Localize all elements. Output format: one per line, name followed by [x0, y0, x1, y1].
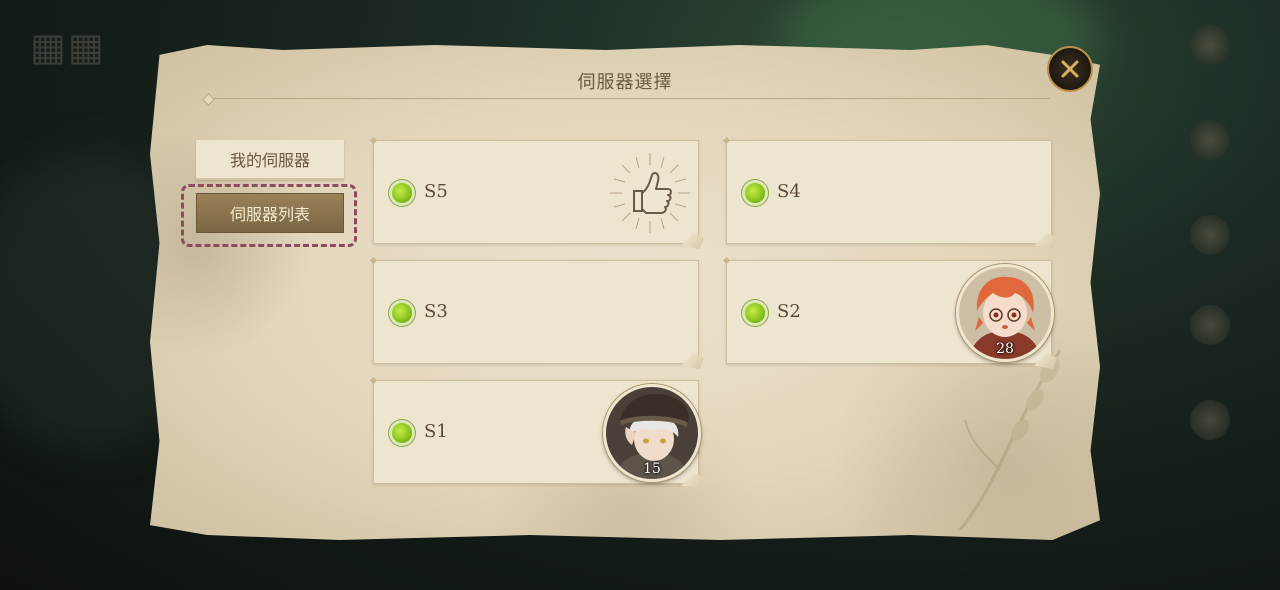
- title-divider: [208, 98, 1050, 99]
- server-card-s3[interactable]: S3: [369, 256, 699, 364]
- close-icon: [1061, 60, 1079, 78]
- server-name: S4: [777, 181, 801, 202]
- online-status-icon: [392, 423, 412, 443]
- online-status-icon: [392, 183, 412, 203]
- close-button[interactable]: [1047, 46, 1093, 92]
- online-status-icon: [745, 183, 765, 203]
- character-level: 15: [643, 461, 661, 477]
- tab-highlight-marker: [181, 184, 357, 247]
- server-card-s5[interactable]: S5: [369, 136, 699, 244]
- server-name: S5: [424, 181, 448, 202]
- dialog-title: 伺服器選擇: [577, 72, 673, 93]
- server-card-s4[interactable]: S4: [722, 136, 1052, 244]
- server-name: S2: [777, 301, 801, 322]
- online-status-icon: [745, 303, 765, 323]
- background-logo: ▦▦: [30, 25, 106, 69]
- character-avatar-s1: 15: [603, 384, 701, 482]
- server-name: S1: [424, 421, 448, 442]
- thumbs-up-icon: [610, 153, 690, 233]
- tab-my-servers[interactable]: 我的伺服器: [196, 140, 344, 180]
- online-status-icon: [392, 303, 412, 323]
- character-avatar-s2: 28: [956, 264, 1054, 362]
- character-level: 28: [996, 341, 1014, 357]
- server-name: S3: [424, 301, 448, 322]
